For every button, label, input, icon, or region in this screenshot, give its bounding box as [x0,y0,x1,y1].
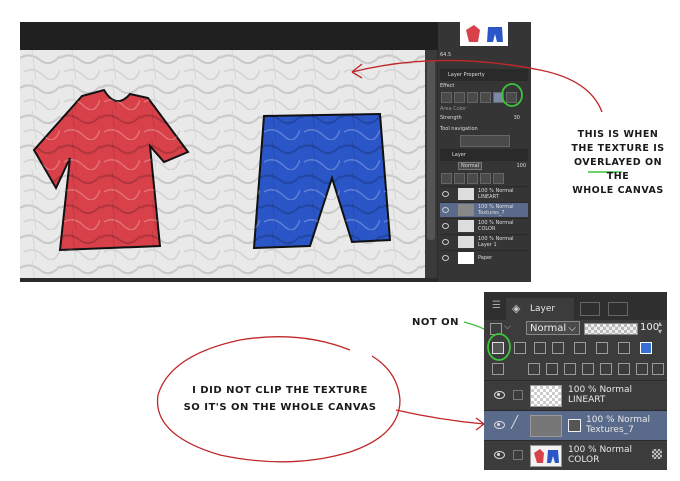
layer-thumbnail [530,385,562,407]
not-on-note: NOT ON [412,317,460,328]
eye-icon[interactable] [494,451,505,459]
overlay-note: THIS IS WHEN THE TEXTURE IS OVERLAYED ON… [571,129,665,196]
not-on-highlight-circle [487,333,511,361]
layer-lock-icon[interactable] [513,450,523,460]
new-folder-icon[interactable] [564,363,576,375]
layer-row[interactable]: 100 % Normal COLOR [484,440,667,470]
tab-icon-3[interactable] [608,302,628,316]
eye-icon[interactable] [494,391,505,399]
palette-color-icon[interactable] [618,342,630,354]
layer-property-icon[interactable] [652,449,662,459]
opacity-stepper-icon[interactable]: ▴ ▾ [658,320,662,336]
layer-color-swatch-icon[interactable] [640,342,652,354]
transfer-down-icon[interactable] [582,363,594,375]
draft-layer-icon[interactable] [534,342,546,354]
lock-transparent-icon[interactable] [552,342,564,354]
layers-icon: ◈ [512,302,521,315]
layer-panel-tabs: ☰ ◈ Layer [484,292,667,320]
layer-tab-active[interactable]: ◈ Layer [506,298,574,320]
clip-note: I DID NOT CLIP THE TEXTURE SO IT'S ON TH… [183,385,377,413]
layer-list-icon[interactable] [492,363,504,375]
layer-row-selected[interactable]: ╱ 100 % Normal Textures_7 [484,410,667,440]
reference-layer-icon[interactable] [514,342,526,354]
layer-row[interactable]: 100 % Normal LINEART [484,380,667,410]
layer-panel: ☰ ◈ Layer ⌵ Normal ⌵ 100 ▴ ▾ 100 % Norma… [484,292,667,470]
clip-arrow [395,409,485,425]
menu-icon[interactable]: ☰ [492,300,501,311]
mask-icon[interactable] [618,363,630,375]
layer-thumbnail [530,445,562,467]
blend-mode-select[interactable]: Normal ⌵ [526,321,580,335]
pen-edit-icon: ╱ [511,415,519,429]
layer-actions-row [484,360,667,378]
chevron-down-icon[interactable]: ⌵ [504,322,511,332]
eye-icon[interactable] [494,421,505,429]
color-layer-preview-icon [534,449,559,463]
opacity-value[interactable]: 100 [640,322,659,333]
apply-mask-icon[interactable] [636,363,648,375]
opacity-slider[interactable] [584,323,638,335]
delete-layer-icon[interactable] [652,363,664,375]
overlay-arrow [351,59,603,113]
merge-down-icon[interactable] [600,363,612,375]
tab-icon-2[interactable] [580,302,600,316]
new-vector-layer-icon[interactable] [546,363,558,375]
enable-mask-icon[interactable] [574,342,586,354]
texture-thumbnail [530,415,562,437]
ruler-icon[interactable] [596,342,608,354]
layer-lock-icon[interactable] [513,390,523,400]
new-raster-layer-icon[interactable] [528,363,540,375]
texture-layer-icon [568,419,581,432]
